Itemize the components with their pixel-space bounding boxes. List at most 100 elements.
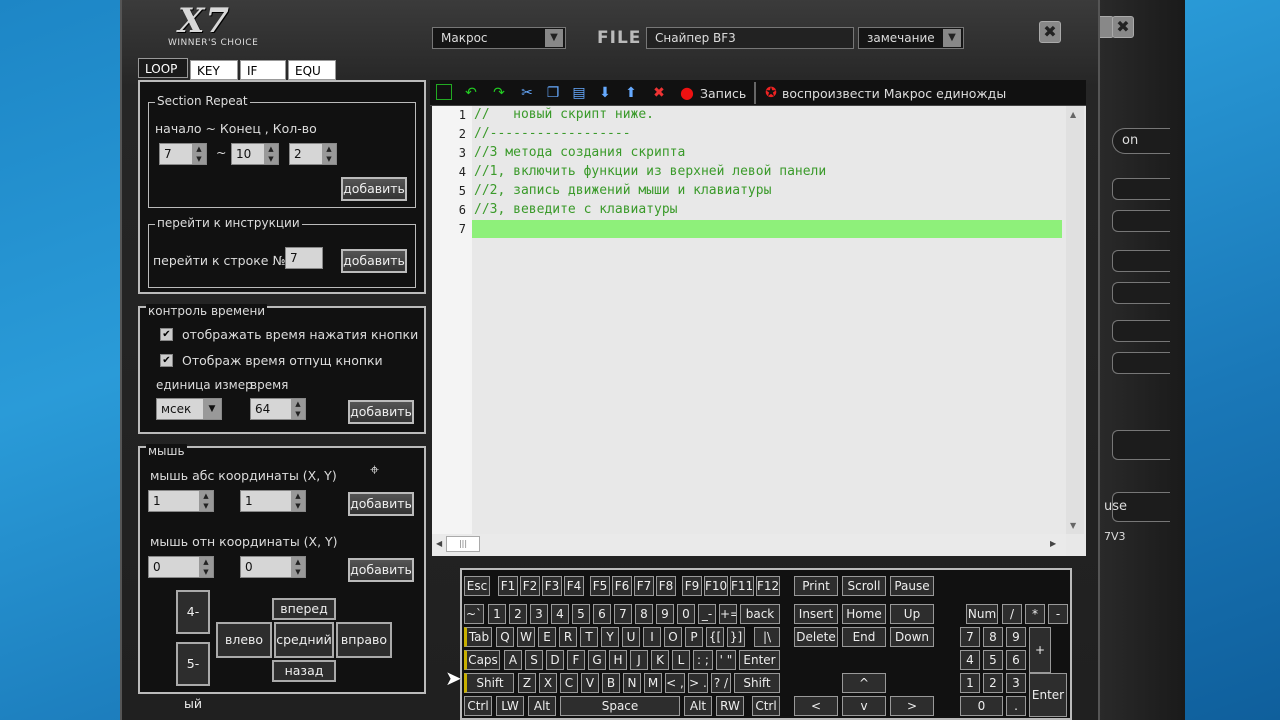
tab-loop[interactable]: LOOP [138,58,188,78]
note-select[interactable]: замечание ▼ [858,27,964,49]
mouse-abs-y-input[interactable]: 1 ▲ ▼ [240,490,306,512]
time-add-button[interactable]: добавить [348,400,414,424]
tab-equ[interactable]: EQU [288,60,336,80]
goto-add-button[interactable]: добавить [341,249,407,273]
scroll-left-icon[interactable]: ◀ [436,539,442,548]
scroll-thumb[interactable]: ||| [446,536,480,552]
key-arr-down[interactable]: v [842,696,886,716]
goto-line-input[interactable]: 7 [285,247,323,269]
key-k0[interactable]: 0 [677,604,695,624]
spin-up-icon[interactable]: ▲ [291,557,305,567]
spin-up-icon[interactable]: ▲ [199,491,213,501]
key-k[interactable]: K [651,650,669,670]
crosshair-icon[interactable]: ⌖ [370,460,379,480]
key-tilde[interactable]: ~` [464,604,484,624]
key-f4[interactable]: F4 [564,576,584,596]
key-ctrl[interactable]: Ctrl [464,696,492,716]
key-k4[interactable]: 4 [551,604,569,624]
key-m[interactable]: M [644,673,662,693]
key-n2[interactable]: 2 [983,673,1003,693]
key-d[interactable]: D [546,650,564,670]
key-rbr[interactable]: }] [727,627,745,647]
key-e[interactable]: E [538,627,556,647]
key-caps[interactable]: Caps [464,650,500,670]
key-a[interactable]: A [504,650,522,670]
key-l[interactable]: L [672,650,690,670]
key-f2[interactable]: F2 [520,576,540,596]
record-button[interactable]: Запись [700,86,746,101]
key-f12[interactable]: F12 [756,576,780,596]
key-lw[interactable]: LW [496,696,524,716]
mouse-button-5[interactable]: 5-ый [176,642,210,711]
unit-select[interactable]: мсек ▼ [156,398,222,420]
mode-select[interactable]: Макрос ▼ [432,27,566,49]
key-n[interactable]: N [623,673,641,693]
key-nplus[interactable]: + [1029,627,1051,673]
key-bslash[interactable]: |\ [754,627,780,647]
spin-down-icon[interactable]: ▼ [291,409,305,419]
mouse-rel-y-input[interactable]: 0 ▲ ▼ [240,556,306,578]
spin-down-icon[interactable]: ▼ [199,501,213,511]
mouse-rel-x-input[interactable]: 0 ▲ ▼ [148,556,214,578]
key-num[interactable]: Num [966,604,998,624]
mouse-abs-x-input[interactable]: 1 ▲ ▼ [148,490,214,512]
key-nslash[interactable]: / [1002,604,1022,624]
key-slash[interactable]: ? / [711,673,731,693]
key-arr-left[interactable]: < [794,696,838,716]
spin-up-icon[interactable]: ▲ [192,144,206,154]
key-scroll[interactable]: Scroll [842,576,886,596]
key-f8[interactable]: F8 [656,576,676,596]
spin-up-icon[interactable]: ▲ [199,557,213,567]
bg-slot-7[interactable] [1112,430,1170,460]
key-k8[interactable]: 8 [635,604,653,624]
bg-slot-2[interactable] [1112,210,1170,232]
repeat-count-input[interactable]: 2 ▲ ▼ [289,143,337,165]
key-y[interactable]: Y [601,627,619,647]
spin-up-icon[interactable]: ▲ [291,399,305,409]
key-rshift[interactable]: Shift [734,673,780,693]
key-rctrl[interactable]: Ctrl [752,696,780,716]
key-quote[interactable]: ' " [716,650,736,670]
key-tab[interactable]: Tab [464,627,492,647]
key-period[interactable]: > . [688,673,708,693]
script-editor[interactable]: 1 // новый скрипт ниже. 2 //---------------… [432,106,1086,556]
key-n0[interactable]: 0 [960,696,1003,716]
paste-icon[interactable]: ▤ [570,84,588,102]
bg-slot-5[interactable] [1112,320,1170,342]
key-n5[interactable]: 5 [983,650,1003,670]
bg-slot-1[interactable] [1112,178,1170,200]
key-f[interactable]: F [567,650,585,670]
key-alt[interactable]: Alt [528,696,556,716]
code-line[interactable]: // новый скрипт ниже. [474,107,654,122]
file-name-field[interactable]: Снайпер BF3 [646,27,854,49]
key-k7[interactable]: 7 [614,604,632,624]
key-minus[interactable]: _- [698,604,716,624]
code-line[interactable]: //3, веведите с клавиатуры [474,202,678,217]
play-once-icon[interactable]: ✪ [762,84,780,102]
mouse-button-4[interactable]: 4-ый [176,590,210,659]
key-f5[interactable]: F5 [590,576,610,596]
key-q[interactable]: Q [496,627,514,647]
time-value-input[interactable]: 64 ▲ ▼ [250,398,306,420]
key-esc[interactable]: Esc [464,576,490,596]
key-u[interactable]: U [622,627,640,647]
key-w[interactable]: W [517,627,535,647]
key-end[interactable]: End [842,627,886,647]
key-k1[interactable]: 1 [488,604,506,624]
key-n8[interactable]: 8 [983,627,1003,647]
bg-close-button[interactable]: ✖ [1112,16,1134,38]
copy-icon[interactable]: ❐ [544,84,562,102]
key-f11[interactable]: F11 [730,576,754,596]
mouse-forward-button[interactable]: вперед [272,598,336,620]
cut-icon[interactable]: ✂ [518,84,536,102]
repeat-end-input[interactable]: 10 ▲ ▼ [231,143,279,165]
spin-down-icon[interactable]: ▼ [322,154,336,164]
repeat-add-button[interactable]: добавить [341,177,407,201]
key-f1[interactable]: F1 [498,576,518,596]
key-ralt[interactable]: Alt [684,696,712,716]
mouse-left-button[interactable]: влево [216,622,272,658]
key-t[interactable]: T [580,627,598,647]
key-n9[interactable]: 9 [1006,627,1026,647]
mouse-middle-button[interactable]: средний [274,622,334,658]
spin-up-icon[interactable]: ▲ [291,491,305,501]
